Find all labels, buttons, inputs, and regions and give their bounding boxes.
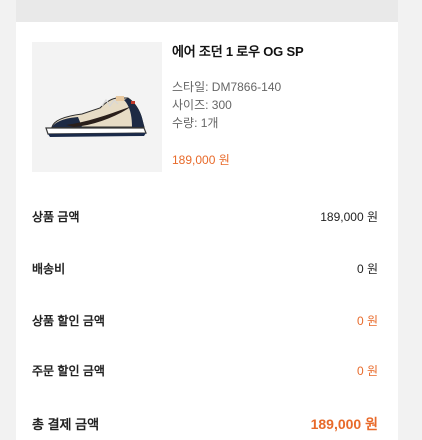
summary-label: 주문 할인 금액 xyxy=(32,364,105,378)
summary-label: 배송비 xyxy=(32,262,66,276)
summary-label: 상품 할인 금액 xyxy=(32,314,105,328)
summary-row-order-discount: 주문 할인 금액 0 원 xyxy=(16,362,398,382)
summary-label: 상품 금액 xyxy=(32,210,80,224)
product-image[interactable] xyxy=(32,42,162,172)
header-bar xyxy=(16,0,398,22)
product-quantity: 수량: 1개 xyxy=(172,116,219,130)
product-name[interactable]: 에어 조던 1 로우 OG SP xyxy=(172,41,304,60)
summary-value: 0 원 xyxy=(356,262,378,276)
summary-value: 189,000 원 xyxy=(320,210,378,224)
summary-row-product-discount: 상품 할인 금액 0 원 xyxy=(16,312,398,332)
product-size: 사이즈: 300 xyxy=(172,98,232,112)
product-style: 스타일: DM7866-140 xyxy=(172,80,282,94)
summary-row-product-amount: 상품 금액 189,000 원 xyxy=(16,208,398,228)
summary-label: 총 결제 금액 xyxy=(32,417,100,432)
sneaker-icon xyxy=(45,96,147,137)
summary-value: 189,000 원 xyxy=(310,416,378,432)
summary-row-shipping: 배송비 0 원 xyxy=(16,260,398,280)
summary-value: 0 원 xyxy=(356,364,378,378)
summary-value: 0 원 xyxy=(356,314,378,328)
summary-row-total: 총 결제 금액 189,000 원 xyxy=(16,414,398,434)
product-price: 189,000 원 xyxy=(172,153,230,167)
order-summary-card: 에어 조던 1 로우 OG SP 스타일: DM7866-140 사이즈: 30… xyxy=(16,0,398,440)
